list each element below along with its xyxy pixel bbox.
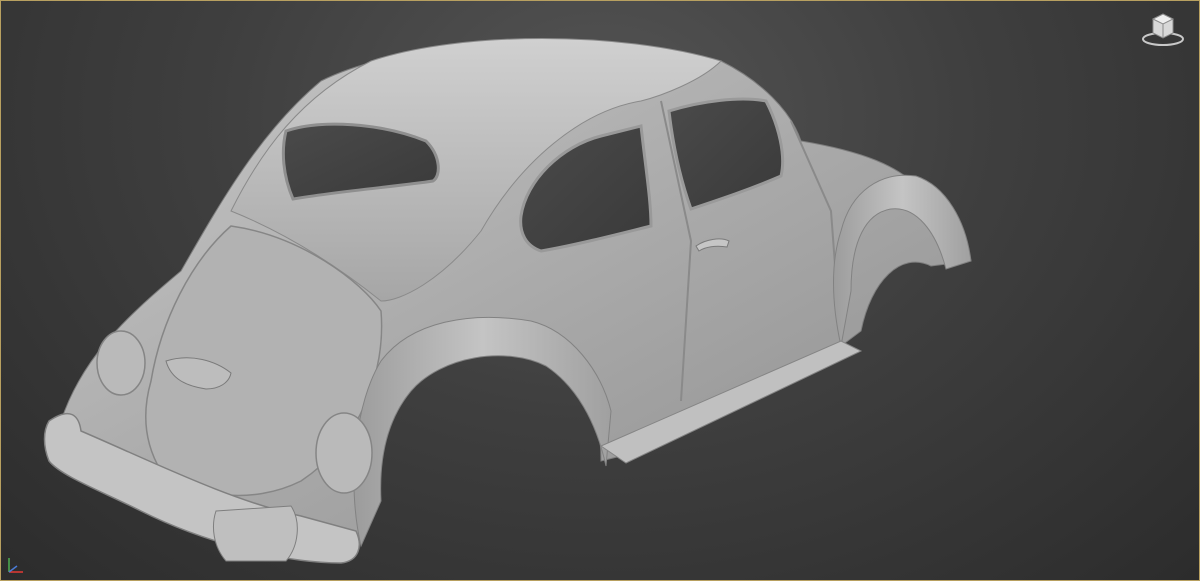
axis-tripod: [5, 554, 27, 576]
tail-light-left: [96, 330, 146, 396]
tail-light-right: [315, 412, 373, 494]
rear-fender: [353, 316, 612, 548]
viewcube-icon[interactable]: [1139, 9, 1187, 47]
3d-viewport[interactable]: [0, 0, 1200, 581]
viewcube[interactable]: [1139, 9, 1187, 47]
bumper-overrider: [213, 505, 298, 562]
car-body-model[interactable]: [1, 1, 1200, 581]
axis-tripod-icon: [8, 558, 23, 573]
